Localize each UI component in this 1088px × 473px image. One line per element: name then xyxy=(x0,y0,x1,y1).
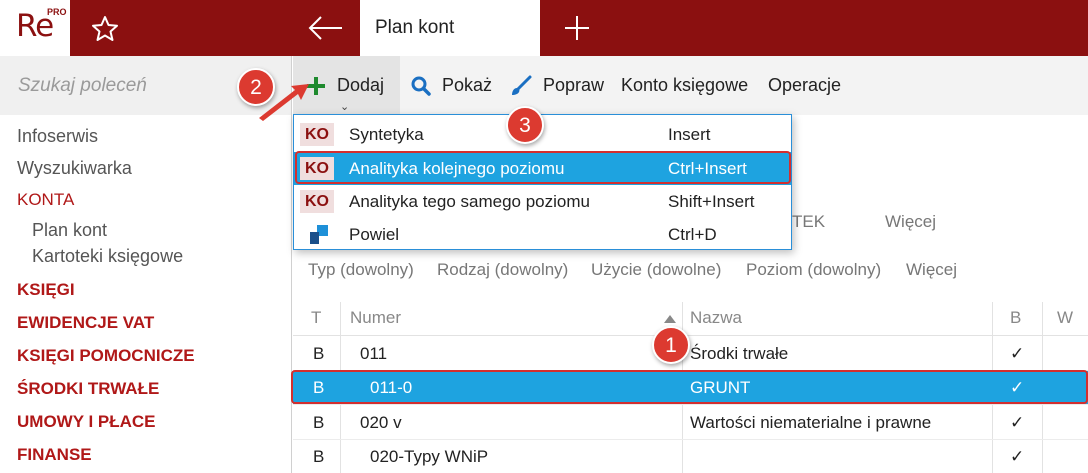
show-button[interactable]: Pokaż xyxy=(410,56,492,115)
operations-label: Operacje xyxy=(768,75,842,95)
app-logo[interactable]: Re PRO xyxy=(0,0,70,56)
sidebar-item-umowy-place[interactable]: UMOWY I PŁACE xyxy=(17,412,156,432)
cell-t: B xyxy=(313,344,325,363)
cell-b-check: ✓ xyxy=(1010,413,1025,432)
cell-b-check: ✓ xyxy=(1010,447,1025,466)
step-badge-1: 1 xyxy=(652,326,690,364)
col-header-numer[interactable]: Numer xyxy=(350,308,401,328)
sidebar-item-ksiegi[interactable]: KSIĘGI xyxy=(17,280,75,300)
cell-numer: 020 v xyxy=(360,413,402,432)
account-label: Konto księgowe xyxy=(621,75,749,95)
menu-item-label: Powiel xyxy=(349,225,400,244)
menu-item-label: Analityka tego samego poziomu xyxy=(349,192,590,211)
filter-kind[interactable]: Rodzaj (dowolny) xyxy=(437,260,568,280)
menu-item-analityka-tego-samego[interactable]: KO Analityka tego samego poziomu Shift+I… xyxy=(294,185,791,218)
col-header-w[interactable]: W xyxy=(1057,308,1073,328)
cell-nazwa: Wartości niematerialne i prawne xyxy=(690,413,932,432)
menu-item-powiel[interactable]: Powiel Ctrl+D xyxy=(294,218,791,251)
top-bar: Re PRO Plan kont xyxy=(0,0,1088,56)
filter-more[interactable]: Więcej xyxy=(906,260,957,280)
sidebar-item-wyszukiwarka[interactable]: Wyszukiwarka xyxy=(17,158,132,179)
sidebar-item-plan-kont[interactable]: Plan kont xyxy=(32,220,107,241)
sidebar-item-konta[interactable]: KONTA xyxy=(17,190,74,210)
sort-asc-icon xyxy=(664,315,676,323)
search-icon xyxy=(411,76,431,96)
row-highlight-frame xyxy=(291,370,1088,404)
step-badge-2: 2 xyxy=(237,68,275,106)
duplicate-icon xyxy=(310,225,328,244)
cell-numer: 011 xyxy=(360,344,388,363)
tabs-more-button[interactable]: Więcej xyxy=(885,212,936,232)
tab-title: Plan kont xyxy=(375,17,455,38)
table-row[interactable]: B 011 Środki trwałe ✓ xyxy=(293,337,1088,371)
menu-item-label: Syntetyka xyxy=(349,125,424,144)
step-badge-3: 3 xyxy=(506,106,544,144)
back-arrow-icon[interactable] xyxy=(306,13,346,43)
col-header-b[interactable]: B xyxy=(1010,308,1021,328)
sidebar-item-srodki-trwale[interactable]: ŚRODKI TRWAŁE xyxy=(17,379,159,399)
operations-button[interactable]: Operacje xyxy=(768,56,841,115)
sidebar: Szukaj poleceń Infoserwis Wyszukiwarka K… xyxy=(0,56,292,473)
col-header-t[interactable]: T xyxy=(311,308,321,328)
ko-badge: KO xyxy=(300,123,334,146)
menu-item-shortcut: Insert xyxy=(668,125,711,144)
filter-level[interactable]: Poziom (dowolny) xyxy=(746,260,881,280)
sidebar-item-infoserwis[interactable]: Infoserwis xyxy=(17,126,98,147)
add-label: Dodaj xyxy=(337,75,385,95)
star-icon[interactable] xyxy=(90,14,120,44)
table-header: T Numer Nazwa B W xyxy=(293,302,1088,336)
show-label: Pokaż xyxy=(442,75,493,95)
menu-item-shortcut: Ctrl+D xyxy=(668,225,717,244)
filter-type[interactable]: Typ (dowolny) xyxy=(308,260,414,280)
filter-usage[interactable]: Użycie (dowolne) xyxy=(591,260,721,280)
chevron-down-icon: ⌄ xyxy=(340,101,350,113)
sidebar-item-kartoteki[interactable]: Kartoteki księgowe xyxy=(32,246,183,267)
table-row[interactable]: B 020-Typy WNiP ✓ xyxy=(293,440,1088,473)
new-tab-plus-icon[interactable] xyxy=(562,13,592,43)
brush-icon xyxy=(512,75,532,95)
sidebar-item-ksiegi-pomocnicze[interactable]: KSIĘGI POMOCNICZE xyxy=(17,346,195,366)
search-placeholder: Szukaj poleceń xyxy=(18,75,147,96)
sidebar-item-ewidencje-vat[interactable]: EWIDENCJE VAT xyxy=(17,313,154,333)
table-row[interactable]: B 020 v Wartości niematerialne i prawne … xyxy=(293,406,1088,440)
filter-row: Typ (dowolny) Rodzaj (dowolny) Użycie (d… xyxy=(293,253,1088,287)
cell-t: B xyxy=(313,447,325,466)
cell-numer: 020-Typy WNiP xyxy=(370,447,489,466)
cell-t: B xyxy=(313,413,325,432)
tab-plan-kont[interactable]: Plan kont xyxy=(360,0,540,56)
menu-item-shortcut: Shift+Insert xyxy=(668,192,755,211)
account-button[interactable]: Konto księgowe xyxy=(621,56,748,115)
cell-nazwa: Środki trwałe xyxy=(690,344,789,363)
hidden-tab-label[interactable]: TEK xyxy=(792,212,825,232)
edit-label: Popraw xyxy=(543,75,605,95)
logo-badge: PRO xyxy=(47,7,67,17)
sidebar-item-finanse[interactable]: FINANSE xyxy=(17,445,92,465)
col-header-nazwa[interactable]: Nazwa xyxy=(690,308,742,328)
toolbar: Dodaj ⌄ Pokaż Popraw Konto księgowe Oper… xyxy=(293,56,1088,115)
menu-highlight-frame xyxy=(295,151,791,184)
ko-badge: KO xyxy=(300,190,334,213)
cell-b-check: ✓ xyxy=(1010,344,1025,363)
